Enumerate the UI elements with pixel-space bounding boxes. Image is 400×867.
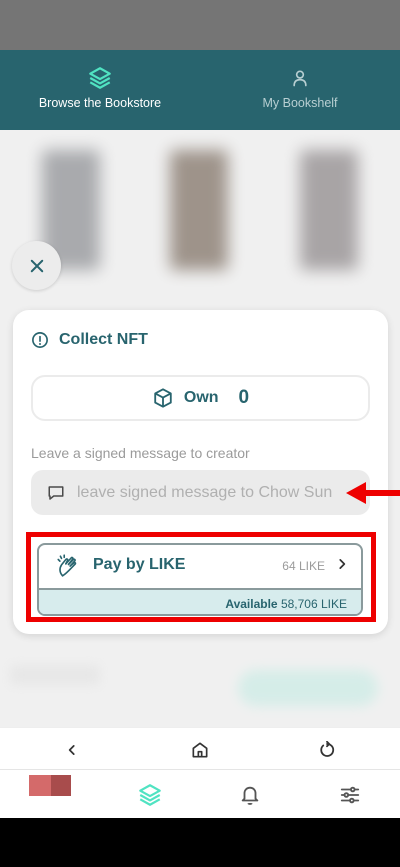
message-field [31, 470, 370, 515]
reload-icon [320, 741, 335, 757]
chevron-left-icon [68, 745, 75, 755]
chevron-right-icon [335, 557, 349, 576]
tab-bookshelf-label: My Bookshelf [262, 96, 338, 110]
avatar[interactable] [29, 775, 71, 796]
layers-icon [139, 784, 161, 806]
nav-bookstore[interactable] [137, 782, 163, 808]
tab-browse-label: Browse the Bookstore [38, 96, 162, 110]
collect-nft-sheet: Collect NFT Own 0 Leave a signed message… [13, 310, 388, 634]
home-button[interactable] [188, 738, 212, 762]
own-label: Own [183, 389, 219, 406]
nav-notifications[interactable] [237, 782, 263, 808]
tab-browse-bookstore[interactable]: Browse the Bookstore [0, 50, 200, 130]
nav-settings[interactable] [337, 782, 363, 808]
pay-button-main: Pay by LIKE 64 LIKE [39, 545, 361, 586]
back-button[interactable] [60, 738, 84, 762]
user-icon [200, 64, 400, 92]
top-tab-bar: Browse the Bookstore My Bookshelf [0, 50, 400, 180]
home-icon [192, 742, 208, 758]
available-balance: Available 58,706 LIKE [225, 597, 347, 611]
available-value: 58,706 LIKE [280, 597, 347, 611]
own-count-box: Own 0 [31, 375, 370, 421]
available-balance-bar: Available 58,706 LIKE [39, 588, 361, 614]
pay-price: 64 LIKE [282, 559, 325, 573]
own-count: 0 [238, 387, 250, 408]
status-bar [0, 0, 400, 50]
bell-icon [241, 786, 259, 805]
cube-icon [154, 388, 172, 408]
tab-my-bookshelf[interactable]: My Bookshelf [200, 50, 400, 130]
sheet-title: Collect NFT [59, 331, 148, 348]
available-label: Available [225, 597, 278, 611]
pay-by-like-button[interactable]: Pay by LIKE 64 LIKE Available 58,706 LIK… [37, 543, 363, 616]
system-nav-bar [0, 727, 400, 769]
message-input[interactable] [77, 470, 370, 515]
bottom-app-nav [0, 769, 400, 818]
close-icon [30, 259, 43, 272]
clap-hands-icon [55, 553, 81, 584]
message-label: Leave a signed message to creator [31, 445, 250, 461]
sheet-header: Collect NFT [31, 330, 148, 350]
sliders-icon [340, 786, 360, 804]
pay-label: Pay by LIKE [93, 556, 186, 573]
layers-icon [0, 64, 200, 92]
reload-button[interactable] [315, 738, 339, 762]
info-icon [32, 332, 48, 348]
close-button[interactable] [12, 241, 61, 290]
comment-icon [47, 484, 65, 507]
red-arrow-annotation [346, 482, 400, 504]
device-bottom-bar [0, 818, 400, 867]
